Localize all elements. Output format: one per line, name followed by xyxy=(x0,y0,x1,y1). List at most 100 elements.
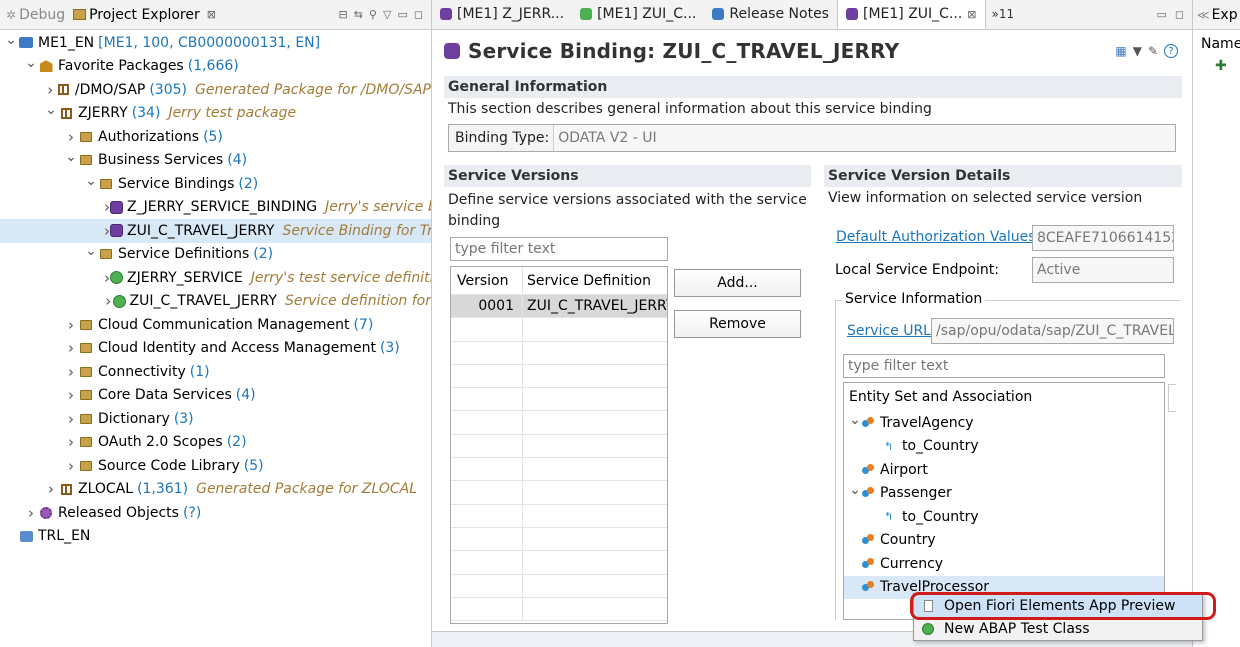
tree-item[interactable]: TRL_EN xyxy=(0,525,431,549)
entity-tree-item[interactable]: Currency xyxy=(844,552,1164,576)
col-version-header[interactable]: Version xyxy=(451,267,523,294)
entity-filter-input[interactable]: type filter text xyxy=(843,354,1165,378)
project-icon xyxy=(18,529,34,543)
service-url-link[interactable]: Service URL: xyxy=(847,323,936,339)
tree-item-label: TRL_EN xyxy=(38,528,91,545)
tree-item-label: Favorite Packages xyxy=(58,58,184,75)
versions-filter-input[interactable]: type filter text xyxy=(450,237,668,261)
close-icon[interactable]: ⊠ xyxy=(967,8,976,21)
entity-tree-item[interactable]: ↰ to_Country xyxy=(844,435,1164,459)
tree-item-count: (1,361) xyxy=(137,481,189,498)
chevron-down-icon[interactable]: ⌄ xyxy=(848,412,862,428)
table-row xyxy=(451,551,667,575)
tree-item-description: Jerry test package xyxy=(168,105,297,122)
editor-tab-icon xyxy=(845,8,858,20)
minimize-icon[interactable]: ▭ xyxy=(397,8,407,21)
tree-item-label: Cloud Identity and Access Management xyxy=(98,340,376,357)
tree-item[interactable]: ⌄ ZJERRY (34) Jerry test package xyxy=(0,102,431,126)
tree-item[interactable]: › Connectivity (1) xyxy=(0,360,431,384)
entity-tree-item[interactable]: Airport xyxy=(844,458,1164,482)
tree-item[interactable]: › Authorizations (5) xyxy=(0,125,431,149)
add-button[interactable]: Add... xyxy=(674,269,801,297)
tree-item[interactable]: › Cloud Identity and Access Management (3) xyxy=(0,337,431,361)
editor-tab[interactable]: [ME1] Z_JERR... xyxy=(432,0,572,29)
add-icon[interactable]: ✚ xyxy=(1193,58,1240,74)
editor-tab[interactable]: Release Notes xyxy=(704,0,837,29)
tab-project-explorer[interactable]: Project Explorer ⊠ xyxy=(69,7,220,23)
view-menu-icon[interactable]: ▽ xyxy=(383,8,391,21)
remove-button[interactable]: Remove xyxy=(674,310,801,338)
chevron-down-icon[interactable]: ⌄ xyxy=(84,243,98,259)
tree-item[interactable]: › Z_JERRY_SERVICE_BINDING Jerry's service … xyxy=(0,196,431,220)
chevron-right-icon[interactable]: › xyxy=(64,457,78,475)
minimize-icon[interactable]: ▭ xyxy=(1156,8,1166,21)
editor-tab[interactable]: [ME1] ZUI_C... xyxy=(572,0,704,29)
chevron-down-icon[interactable]: ⌄ xyxy=(24,55,38,71)
chevron-down-icon[interactable]: ⌄ xyxy=(64,149,78,165)
chevron-right-icon[interactable]: › xyxy=(104,292,113,310)
tree-item[interactable]: ⌄ Service Bindings (2) xyxy=(0,172,431,196)
tree-item[interactable]: › Released Objects (?) xyxy=(0,501,431,525)
chevron-right-icon[interactable]: › xyxy=(64,128,78,146)
chevron-right-icon[interactable]: › xyxy=(64,433,78,451)
context-menu-item[interactable]: New ABAP Test Class xyxy=(914,617,1202,640)
tree-side-button[interactable] xyxy=(1168,384,1176,412)
chevron-right-icon[interactable]: › xyxy=(64,363,78,381)
tree-item[interactable]: › /DMO/SAP (305) Generated Package for /DMO… xyxy=(0,78,431,102)
chevron-right-icon[interactable]: › xyxy=(44,480,58,498)
chevron-down-icon[interactable]: ⌄ xyxy=(848,482,862,498)
tree-item[interactable]: › Dictionary (3) xyxy=(0,407,431,431)
tab-debug[interactable]: ✲ Debug xyxy=(2,7,69,23)
tree-item-count: (3) xyxy=(173,410,194,427)
service-version-details-section: Service Version Details View information… xyxy=(824,165,1182,209)
tree-item[interactable]: ⌄ Favorite Packages (1,666) xyxy=(0,55,431,79)
tree-item[interactable]: › Core Data Services (4) xyxy=(0,384,431,408)
tree-item[interactable]: ⌄ Service Definitions (2) xyxy=(0,243,431,267)
entity-tree-item[interactable]: ↰ to_Country xyxy=(844,505,1164,529)
tree-item[interactable]: › ZLOCAL (1,361) Generated Package for ZLOC… xyxy=(0,478,431,502)
tree-item[interactable]: ⌄ Business Services (4) xyxy=(0,149,431,173)
link-editor-icon[interactable]: ⇆ xyxy=(354,8,363,21)
tree-item[interactable]: › ZJERRY_SERVICE Jerry's test service defi… xyxy=(0,266,431,290)
dropdown-icon[interactable]: ▼ xyxy=(1133,44,1142,58)
col-definition-header[interactable]: Service Definition xyxy=(523,267,667,294)
chevron-right-icon[interactable]: › xyxy=(64,316,78,334)
entity-tree-item[interactable]: Country xyxy=(844,529,1164,553)
tree-item[interactable]: › Source Code Library (5) xyxy=(0,454,431,478)
tree-item-count: (2) xyxy=(226,434,247,451)
tree-item-label: Service Definitions xyxy=(118,246,250,263)
tab-overflow-button[interactable]: »11 xyxy=(986,0,1021,29)
close-icon[interactable]: ⊠ xyxy=(207,8,216,21)
editor-tab[interactable]: [ME1] ZUI_C... ⊠ xyxy=(836,0,986,29)
chevron-down-icon[interactable]: ⌄ xyxy=(44,102,58,118)
entity-tree-item[interactable]: ⌄ Passenger xyxy=(844,482,1164,506)
tab-explorer[interactable]: ≪ Exp xyxy=(1193,0,1240,30)
tree-item[interactable]: › OAuth 2.0 Scopes (2) xyxy=(0,431,431,455)
tree-item-label: ZUI_C_TRAVEL_JERRY xyxy=(127,222,275,239)
entity-tree-item[interactable]: ⌄ TravelAgency xyxy=(844,411,1164,435)
chevron-right-icon[interactable]: › xyxy=(64,339,78,357)
tree-item[interactable]: ⌄ ME1_EN [ME1, 100, CB0000000131, EN] xyxy=(0,31,431,55)
collapse-all-icon[interactable]: ⊟ xyxy=(338,8,347,21)
filter-icon[interactable]: ⚲ xyxy=(369,8,377,21)
tree-item[interactable]: › Cloud Communication Management (7) xyxy=(0,313,431,337)
edit-icon[interactable]: ✎ xyxy=(1148,44,1158,58)
tree-item-count: (34) xyxy=(131,105,161,122)
table-row[interactable]: 0001 ZUI_C_TRAVEL_JERRY xyxy=(451,295,667,319)
maximize-icon[interactable]: ◻ xyxy=(414,8,423,21)
tree-item[interactable]: › ZUI_C_TRAVEL_JERRY Service Binding for T… xyxy=(0,219,431,243)
highlight-ring xyxy=(910,592,1216,620)
chevron-right-icon[interactable]: › xyxy=(24,504,38,522)
maximize-icon[interactable]: ◻ xyxy=(1175,8,1184,21)
publish-icon[interactable]: ▦ xyxy=(1115,44,1126,58)
chevron-right-icon[interactable]: › xyxy=(64,386,78,404)
help-icon[interactable]: ? xyxy=(1164,44,1178,58)
chevron-right-icon[interactable]: › xyxy=(64,410,78,428)
entity-tree-label: TravelAgency xyxy=(880,414,974,431)
default-authorization-link[interactable]: Default Authorization Values: xyxy=(836,229,1040,245)
tree-item[interactable]: › ZUI_C_TRAVEL_JERRY Service definition fo… xyxy=(0,290,431,314)
chevron-down-icon[interactable]: ⌄ xyxy=(4,32,18,48)
chevron-down-icon[interactable]: ⌄ xyxy=(84,173,98,189)
chevron-right-icon[interactable]: › xyxy=(44,81,57,99)
entity-tree-header[interactable]: Entity Set and Association xyxy=(844,383,1164,411)
